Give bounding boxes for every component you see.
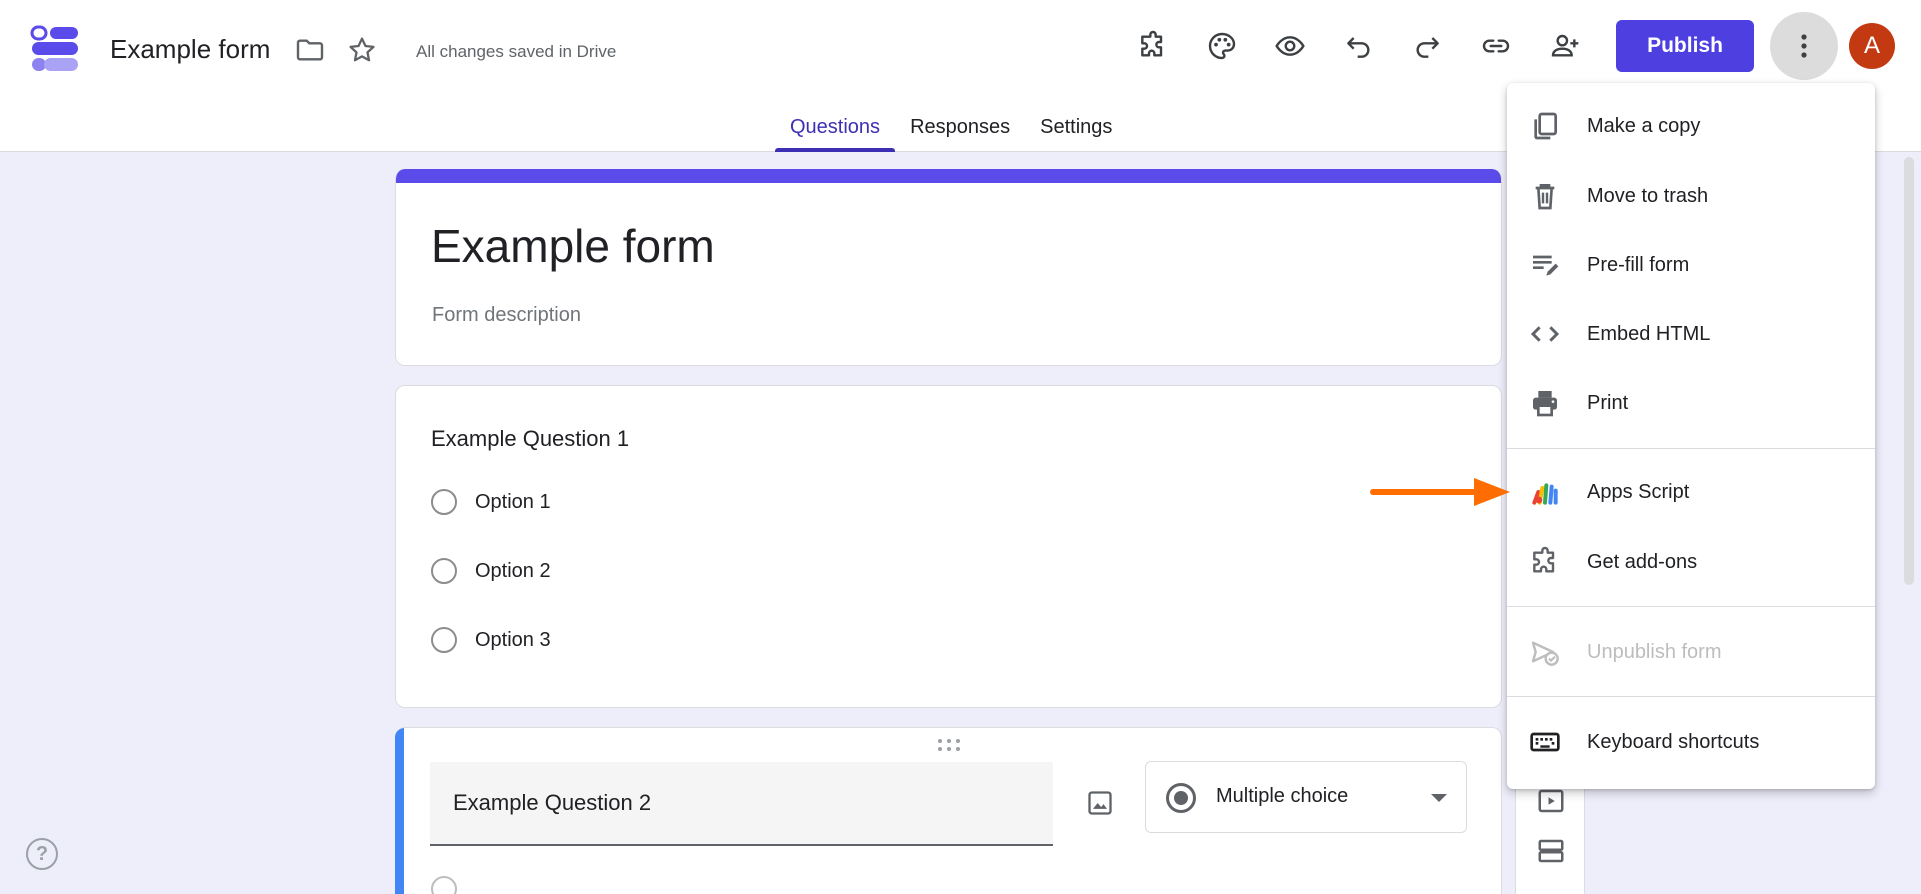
code-icon xyxy=(1529,318,1561,350)
menu-item-apps-script[interactable]: Apps Script xyxy=(1507,462,1875,522)
option-item: Option 3 xyxy=(431,625,551,655)
save-status: All changes saved in Drive xyxy=(416,42,617,61)
tab-questions[interactable]: Questions xyxy=(775,104,896,152)
preview-eye-icon[interactable] xyxy=(1266,22,1314,70)
option-label: Option 2 xyxy=(475,559,551,582)
form-title-card[interactable]: Example form Form description xyxy=(395,169,1502,366)
tab-settings[interactable]: Settings xyxy=(1025,104,1127,152)
menu-item-label: Move to trash xyxy=(1587,184,1709,207)
option-label: Option 3 xyxy=(475,628,551,651)
menu-item-move-to-trash[interactable]: Move to trash xyxy=(1507,166,1875,226)
form-title[interactable]: Example form xyxy=(431,219,715,273)
active-card-indicator xyxy=(395,728,404,894)
radio-button[interactable] xyxy=(431,876,457,894)
option-label: Option 1 xyxy=(475,490,551,513)
radio-button[interactable] xyxy=(431,489,457,515)
star-icon[interactable] xyxy=(342,30,382,70)
menu-item-label: Get add-ons xyxy=(1587,550,1698,573)
help-icon[interactable]: ? xyxy=(26,838,58,870)
palette-icon[interactable] xyxy=(1198,22,1246,70)
add-collaborator-icon[interactable] xyxy=(1541,22,1589,70)
form-description-placeholder[interactable]: Form description xyxy=(432,304,581,327)
move-to-folder-icon[interactable] xyxy=(290,30,330,70)
menu-item-print[interactable]: Print xyxy=(1507,373,1875,433)
menu-item-embed-html[interactable]: Embed HTML xyxy=(1507,304,1875,364)
menu-item-label: Pre-fill form xyxy=(1587,253,1690,276)
addons-icon[interactable] xyxy=(1129,22,1177,70)
undo-icon[interactable] xyxy=(1335,22,1383,70)
page-scrollbar[interactable] xyxy=(1904,157,1914,585)
tab-responses[interactable]: Responses xyxy=(895,104,1025,152)
menu-divider xyxy=(1507,696,1875,697)
menu-item-label: Apps Script xyxy=(1587,480,1690,503)
question-card-2-active[interactable]: Example Question 2 Multiple choice xyxy=(395,727,1502,894)
menu-item-make-copy[interactable]: Make a copy xyxy=(1507,96,1875,156)
question-title-input[interactable]: Example Question 2 xyxy=(430,762,1053,846)
document-title[interactable]: Example form xyxy=(110,34,270,65)
menu-item-label: Keyboard shortcuts xyxy=(1587,730,1760,753)
add-image-icon[interactable] xyxy=(1080,783,1120,823)
menu-divider xyxy=(1507,448,1875,449)
forms-logo-icon[interactable] xyxy=(30,25,80,73)
account-avatar[interactable]: A xyxy=(1849,23,1895,69)
trash-icon xyxy=(1529,180,1561,212)
menu-item-pre-fill-form[interactable]: Pre-fill form xyxy=(1507,235,1875,295)
annotation-arrow-icon xyxy=(1370,478,1510,506)
menu-item-keyboard-shortcuts[interactable]: Keyboard shortcuts xyxy=(1507,712,1875,772)
menu-item-label: Unpublish form xyxy=(1587,640,1722,663)
menu-divider xyxy=(1507,606,1875,607)
question-type-label: Multiple choice xyxy=(1216,785,1349,807)
unpublish-icon xyxy=(1529,636,1561,668)
link-icon[interactable] xyxy=(1472,22,1520,70)
option-item: Option 1 xyxy=(431,487,551,517)
copy-icon xyxy=(1529,110,1561,142)
print-icon xyxy=(1529,387,1561,419)
menu-item-label: Embed HTML xyxy=(1587,322,1711,345)
prefill-icon xyxy=(1529,249,1561,281)
keyboard-icon xyxy=(1529,726,1561,758)
option-item: Option 2 xyxy=(431,556,551,586)
menu-item-get-add-ons[interactable]: Get add-ons xyxy=(1507,532,1875,592)
addons-icon xyxy=(1529,546,1561,578)
form-tabs: Questions Responses Settings xyxy=(775,104,1127,152)
question-card-1[interactable]: Example Question 1 Option 1 Option 2 Opt… xyxy=(395,385,1502,708)
add-section-icon[interactable] xyxy=(1533,833,1569,869)
radio-button[interactable] xyxy=(431,558,457,584)
more-options-icon[interactable] xyxy=(1770,12,1838,80)
drag-handle-icon[interactable] xyxy=(936,738,962,752)
more-options-menu: Make a copy Move to trash Pre-fill form … xyxy=(1507,83,1875,789)
menu-item-label: Print xyxy=(1587,391,1629,414)
radio-button[interactable] xyxy=(431,627,457,653)
question-title: Example Question 1 xyxy=(431,426,630,451)
apps-script-icon xyxy=(1529,476,1561,508)
question-type-dropdown[interactable]: Multiple choice xyxy=(1145,761,1467,833)
theme-color-band xyxy=(396,169,1501,183)
multiple-choice-icon xyxy=(1166,783,1196,813)
chevron-down-icon xyxy=(1431,794,1447,802)
menu-item-unpublish-form: Unpublish form xyxy=(1507,622,1875,682)
publish-button[interactable]: Publish xyxy=(1616,20,1754,72)
redo-icon[interactable] xyxy=(1403,22,1451,70)
menu-item-label: Make a copy xyxy=(1587,114,1701,137)
